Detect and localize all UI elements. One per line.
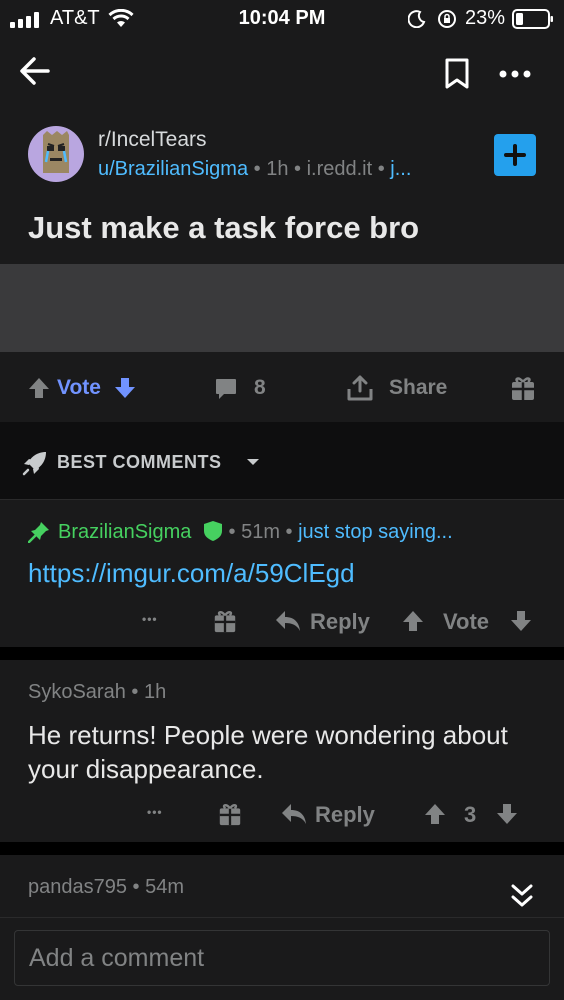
- post-header: r/IncelTears u/BrazilianSigma • 1h • i.r…: [0, 104, 564, 264]
- comment-author[interactable]: pandas795: [28, 876, 127, 898]
- comment-score: 3: [464, 802, 477, 827]
- upvote-icon[interactable]: [402, 609, 424, 633]
- comment-header: pandas795 • 54m: [28, 876, 185, 898]
- comment-actions: ••• Reply 3: [0, 796, 564, 836]
- upvote-icon[interactable]: [424, 802, 446, 826]
- post-domain[interactable]: i.redd.it: [307, 158, 373, 180]
- shield-icon: [203, 521, 222, 541]
- upvote-icon[interactable]: [28, 376, 50, 400]
- share-label[interactable]: Share: [389, 376, 447, 400]
- gift-icon[interactable]: [217, 801, 243, 827]
- rotation-lock-icon: [438, 10, 456, 28]
- gift-icon[interactable]: [212, 608, 238, 634]
- post-age: 1h: [266, 158, 289, 180]
- add-comment-input[interactable]: [14, 930, 550, 986]
- comment-sort-bar[interactable]: BEST COMMENTS: [0, 422, 564, 500]
- comment-count[interactable]: 8: [254, 376, 266, 400]
- comment-header: SykoSarah • 1h: [28, 681, 167, 703]
- more-icon[interactable]: [498, 69, 532, 79]
- comment-author[interactable]: SykoSarah: [28, 681, 126, 703]
- battery-percent: 23%: [465, 7, 506, 29]
- reply-button[interactable]: Reply: [310, 609, 370, 635]
- post-action-bar: Vote 8 Share: [0, 352, 564, 422]
- comment-author[interactable]: BrazilianSigma: [58, 521, 191, 543]
- comment-age: 54m: [145, 876, 185, 898]
- comment: pandas795 • 54m: [0, 855, 564, 917]
- comment-age: 1h: [143, 681, 167, 703]
- post-domain-extra[interactable]: j...: [390, 158, 411, 180]
- downvote-icon[interactable]: [114, 376, 136, 400]
- downvote-icon[interactable]: [510, 609, 532, 633]
- comment-more-button[interactable]: •••: [142, 612, 158, 626]
- nav-bar: [0, 38, 564, 104]
- plus-icon: [504, 144, 526, 166]
- join-button[interactable]: [494, 134, 536, 176]
- bookmark-icon[interactable]: [444, 58, 470, 90]
- gift-icon[interactable]: [510, 374, 536, 402]
- comment-body: He returns! People were wondering about …: [28, 720, 508, 784]
- post-author[interactable]: u/BrazilianSigma: [98, 158, 248, 180]
- chevron-down-icon[interactable]: [245, 457, 261, 467]
- post-media[interactable]: [0, 264, 564, 352]
- battery-icon: [512, 9, 553, 29]
- comment: SykoSarah • 1h He returns! People were w…: [0, 660, 564, 842]
- comment-age: 51m: [241, 521, 280, 543]
- subreddit-avatar[interactable]: [28, 126, 84, 182]
- comment-header: BrazilianSigma • 51m • just stop saying.…: [58, 521, 453, 543]
- post-title: Just make a task force bro: [28, 210, 420, 245]
- comment: BrazilianSigma • 51m • just stop saying.…: [0, 500, 564, 647]
- pin-icon: [28, 522, 49, 543]
- user-flair: just stop saying...: [298, 521, 453, 543]
- double-chevron-icon[interactable]: [510, 883, 534, 909]
- comment-link[interactable]: https://imgur.com/a/59ClEgd: [28, 558, 355, 589]
- comment-icon[interactable]: [214, 377, 238, 401]
- moon-icon: [408, 10, 426, 28]
- post-meta: u/BrazilianSigma • 1h • i.redd.it • j...: [98, 158, 412, 180]
- downvote-icon[interactable]: [496, 802, 518, 826]
- vote-label: Vote: [57, 376, 101, 399]
- comment-composer: [0, 917, 564, 1000]
- vote-label: Vote: [443, 609, 490, 634]
- status-bar: AT&T 10:04 PM 23%: [0, 0, 564, 38]
- reply-icon[interactable]: [274, 609, 302, 633]
- reply-icon[interactable]: [280, 802, 308, 826]
- reply-button[interactable]: Reply: [315, 802, 375, 828]
- rocket-icon: [22, 452, 46, 476]
- share-icon[interactable]: [346, 374, 374, 402]
- subreddit-name[interactable]: r/IncelTears: [98, 128, 207, 152]
- comment-actions: ••• Reply Vote: [0, 603, 564, 643]
- comment-more-button[interactable]: •••: [147, 805, 163, 819]
- sort-label[interactable]: BEST COMMENTS: [57, 452, 222, 473]
- back-arrow-icon[interactable]: [18, 55, 52, 87]
